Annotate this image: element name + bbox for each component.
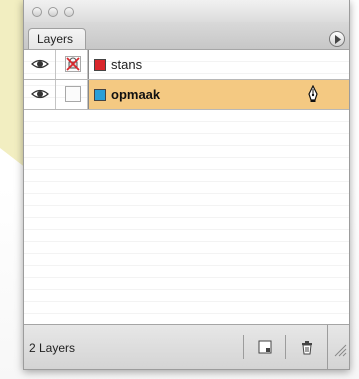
panel-tab-row: Layers [24,22,349,50]
layer-name-cell[interactable]: stans [88,50,349,79]
close-window-button[interactable] [32,7,42,17]
layer-lock-toggle[interactable] [56,50,88,79]
layers-panel: Layers stans opmaak 2 Layers [23,0,350,370]
lock-crossed-icon [65,56,81,72]
resize-grip[interactable] [327,325,349,369]
eye-icon [31,59,49,69]
panel-footer: 2 Layers [24,324,349,369]
minimize-window-button[interactable] [48,7,58,17]
trash-icon [302,341,312,355]
layer-visibility-toggle[interactable] [24,50,56,79]
lock-empty-box [65,86,81,102]
layer-visibility-toggle[interactable] [24,80,56,109]
new-layer-icon [258,340,272,354]
layer-row[interactable]: stans [24,50,349,80]
new-layer-button[interactable] [243,335,285,359]
layer-color-swatch [94,89,106,101]
resize-grip-icon [334,344,347,357]
zoom-window-button[interactable] [64,7,74,17]
layer-color-swatch [94,59,106,71]
layer-name: opmaak [111,87,161,102]
layer-row[interactable]: opmaak [24,80,349,110]
pen-icon [308,85,318,102]
panel-menu-icon [335,35,341,44]
panel-titlebar[interactable] [24,0,349,22]
layer-name-cell[interactable]: opmaak [88,80,349,109]
layer-lock-toggle[interactable] [56,80,88,109]
delete-layer-button[interactable] [285,335,327,359]
tab-layers[interactable]: Layers [28,28,86,49]
layers-list: stans opmaak [24,50,349,325]
panel-menu-button[interactable] [329,31,345,47]
eye-icon [31,89,49,99]
layer-name: stans [111,57,143,72]
layer-count-status: 2 Layers [29,341,76,355]
